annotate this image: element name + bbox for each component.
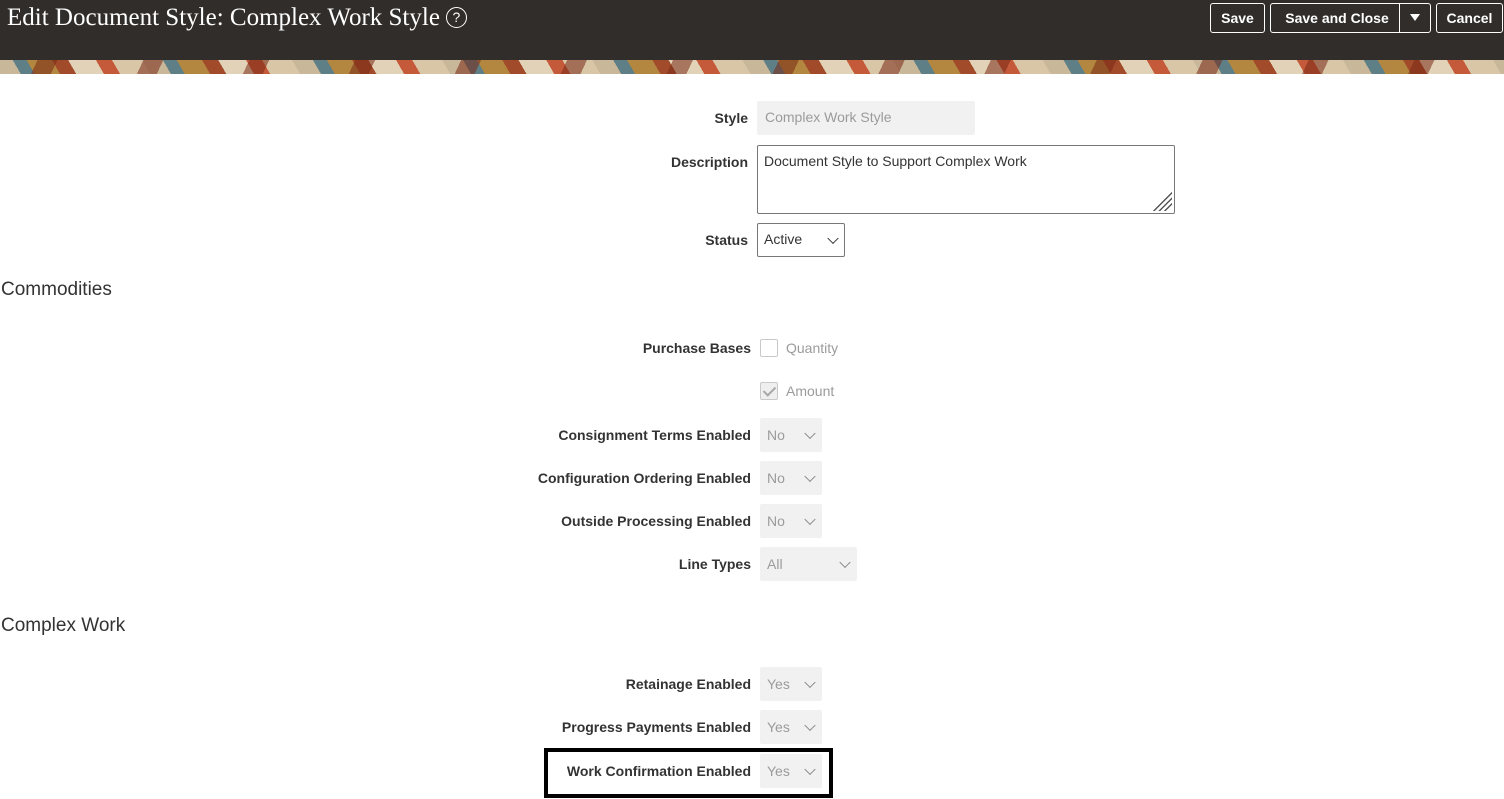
save-and-close-button[interactable]: Save and Close	[1270, 3, 1404, 33]
description-label: Description	[670, 154, 748, 170]
line-types-value: All	[767, 556, 783, 572]
chevron-down-icon	[804, 513, 816, 526]
help-icon[interactable]: ?	[445, 7, 467, 28]
save-button[interactable]: Save	[1210, 3, 1265, 33]
status-label: Status	[705, 232, 748, 248]
commodities-section-title: Commodities	[1, 279, 112, 300]
chevron-down-icon	[804, 676, 816, 689]
retainage-label: Retainage Enabled	[625, 676, 751, 692]
progress-payments-label: Progress Payments Enabled	[561, 719, 751, 735]
configuration-ordering-select: No	[760, 461, 822, 495]
configuration-ordering-value: No	[767, 470, 785, 486]
chevron-down-icon	[804, 470, 816, 483]
page-title-text: Edit Document Style: Complex Work Style	[7, 4, 440, 31]
checkmark-icon	[762, 383, 777, 397]
consignment-terms-select: No	[760, 418, 822, 452]
caret-down-icon	[1410, 14, 1420, 21]
quantity-checkbox-label: Quantity	[786, 340, 839, 356]
outside-processing-value: No	[767, 513, 785, 529]
progress-payments-value: Yes	[767, 719, 790, 735]
resize-handle-icon[interactable]	[1152, 191, 1172, 211]
retainage-select: Yes	[760, 667, 822, 701]
configuration-ordering-label: Configuration Ordering Enabled	[537, 470, 751, 486]
style-label: Style	[714, 110, 748, 126]
chevron-down-icon	[827, 232, 839, 245]
line-types-label: Line Types	[678, 556, 751, 572]
page-header: Edit Document Style: Complex Work Style?…	[0, 0, 1504, 60]
chevron-down-icon	[839, 556, 851, 569]
complex-work-section-title: Complex Work	[1, 615, 126, 636]
cancel-button[interactable]: Cancel	[1436, 3, 1503, 33]
purchase-bases-label: Purchase Bases	[642, 340, 751, 356]
consignment-terms-label: Consignment Terms Enabled	[558, 427, 751, 443]
progress-payments-select: Yes	[760, 710, 822, 744]
line-types-select: All	[760, 547, 857, 581]
chevron-down-icon	[804, 427, 816, 440]
page-title: Edit Document Style: Complex Work Style?	[7, 4, 467, 32]
save-options-dropdown-button[interactable]	[1399, 3, 1431, 33]
outside-processing-label: Outside Processing Enabled	[561, 513, 751, 529]
retainage-value: Yes	[767, 676, 790, 692]
highlight-box	[544, 748, 833, 798]
amount-checkbox[interactable]	[760, 382, 778, 400]
status-select[interactable]: Active	[757, 223, 845, 257]
style-field: Complex Work Style	[757, 101, 975, 135]
description-text: Document Style to Support Complex Work	[764, 153, 1027, 169]
status-value: Active	[764, 231, 803, 247]
consignment-terms-value: No	[767, 427, 785, 443]
chevron-down-icon	[804, 719, 816, 732]
description-field[interactable]: Document Style to Support Complex Work	[757, 145, 1175, 214]
amount-checkbox-label: Amount	[786, 383, 835, 399]
quantity-checkbox[interactable]	[760, 339, 778, 357]
decorative-banner	[0, 60, 1504, 74]
outside-processing-select: No	[760, 504, 822, 538]
